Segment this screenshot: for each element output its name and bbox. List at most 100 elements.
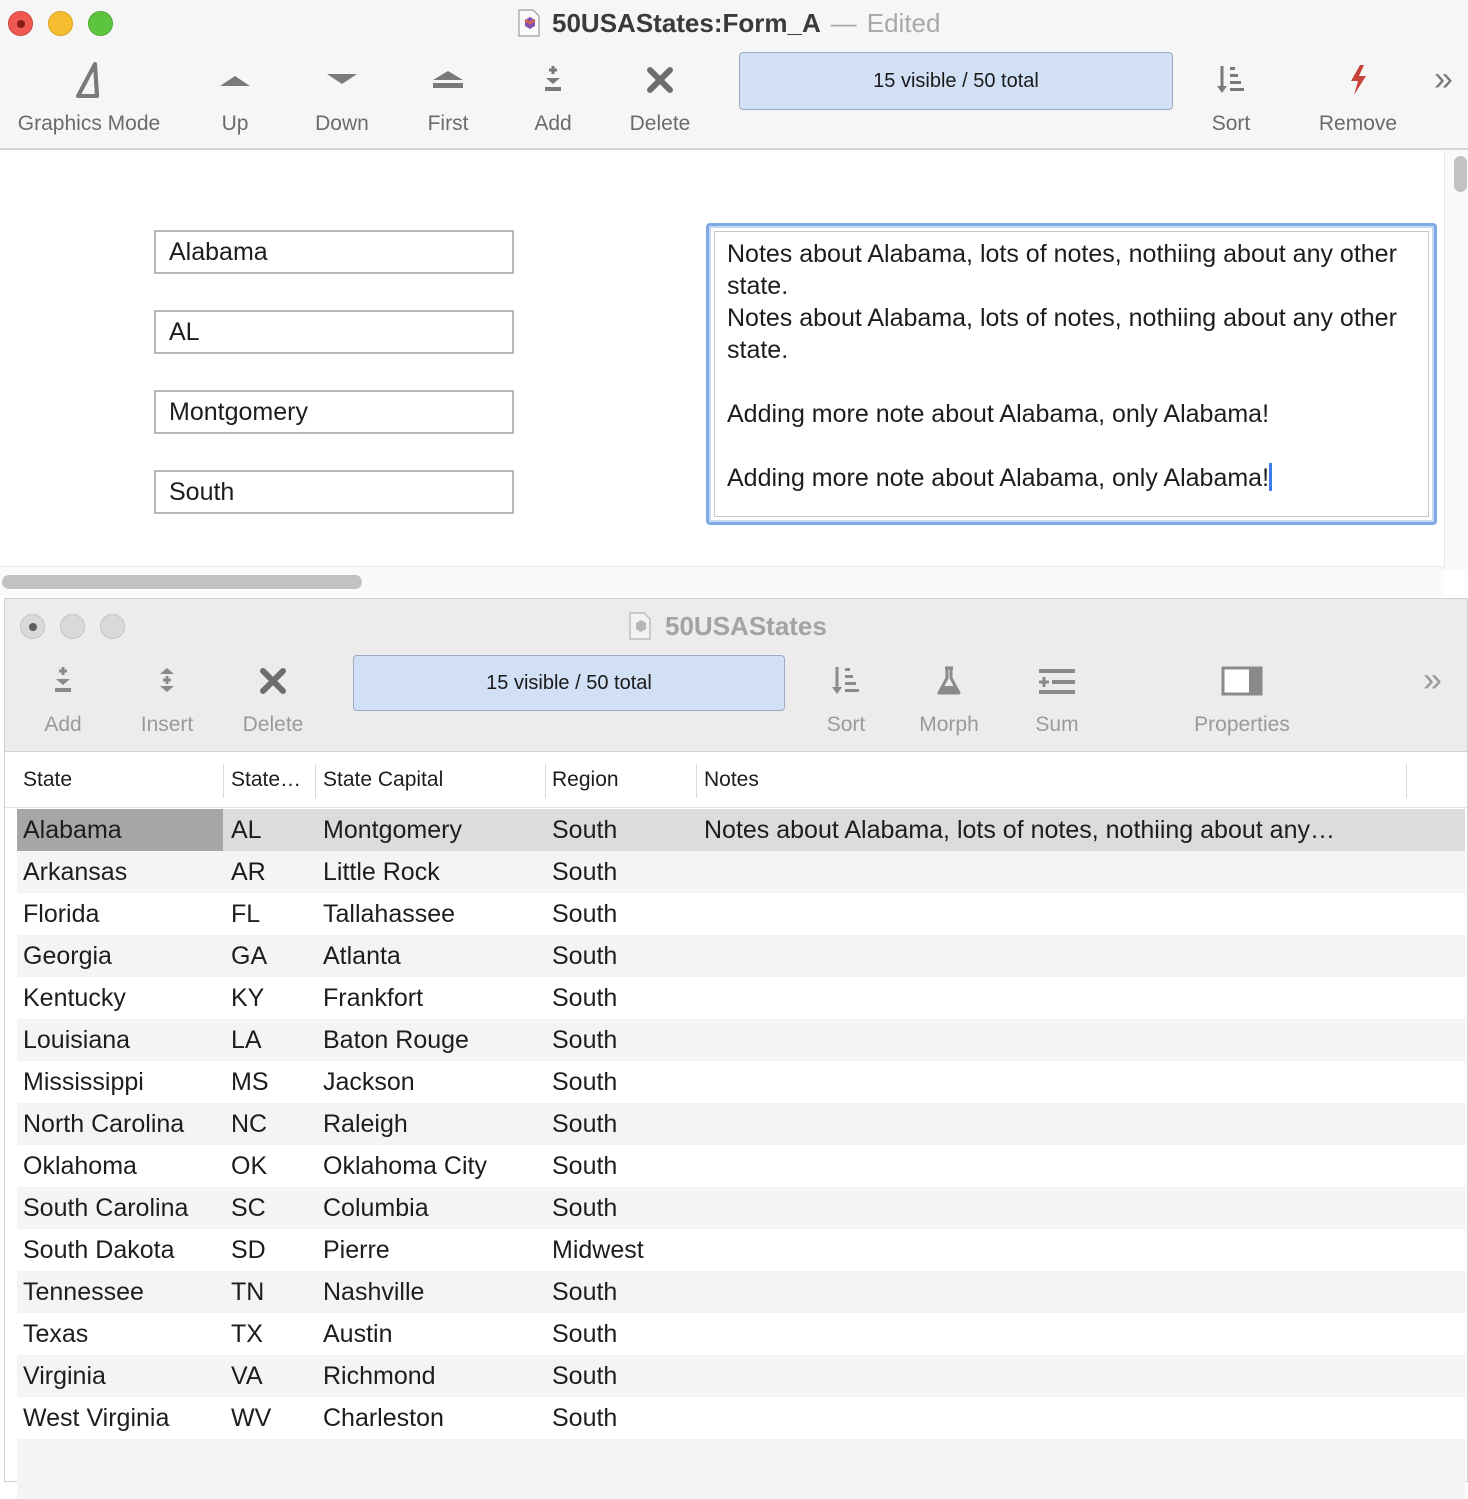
cell-capital[interactable]: Tallahassee	[323, 893, 548, 935]
table-row[interactable]: South Dakota SD Pierre Midwest	[17, 1229, 1465, 1271]
cell-notes[interactable]	[704, 1061, 1404, 1103]
cell-capital[interactable]: Jackson	[323, 1061, 548, 1103]
column-header-state-abbrev[interactable]: State…	[223, 752, 315, 807]
cell-region[interactable]: South	[552, 1061, 700, 1103]
record-count-indicator[interactable]: 15 visible / 50 total	[353, 655, 785, 711]
cell-state[interactable]: Georgia	[17, 935, 223, 977]
cell-state[interactable]: North Carolina	[17, 1103, 223, 1145]
cell-capital[interactable]: Charleston	[323, 1397, 548, 1439]
cell-notes[interactable]	[704, 1019, 1404, 1061]
cell-region[interactable]: South	[552, 893, 700, 935]
minimize-button-inactive[interactable]	[60, 614, 85, 639]
cell-region[interactable]: South	[552, 1187, 700, 1229]
graphics-mode-button[interactable]: Graphics Mode	[6, 50, 172, 136]
cell-region[interactable]: South	[552, 1103, 700, 1145]
zoom-button-inactive[interactable]	[100, 614, 125, 639]
cell-region[interactable]: South	[552, 977, 700, 1019]
notes-text-area[interactable]: Notes about Alabama, lots of notes, noth…	[706, 223, 1437, 525]
cell-state[interactable]: West Virginia	[17, 1397, 223, 1439]
cell-capital[interactable]: Oklahoma City	[323, 1145, 548, 1187]
sum-button[interactable]: Sum	[1025, 651, 1089, 737]
cell-region[interactable]: South	[552, 1313, 700, 1355]
zoom-button[interactable]	[88, 11, 113, 36]
column-header-notes[interactable]: Notes	[696, 752, 1406, 807]
cell-abbrev[interactable]: TX	[231, 1313, 321, 1355]
table-row[interactable]: Alabama AL Montgomery South Notes about Alab…	[17, 809, 1465, 851]
cell-state[interactable]: South Carolina	[17, 1187, 223, 1229]
cell-abbrev[interactable]: LA	[231, 1019, 321, 1061]
close-button-inactive[interactable]	[20, 614, 45, 639]
close-button[interactable]	[8, 11, 33, 36]
cell-notes[interactable]	[704, 1313, 1404, 1355]
cell-capital[interactable]: Nashville	[323, 1271, 548, 1313]
cell-notes[interactable]	[704, 1187, 1404, 1229]
state-abbrev-field[interactable]: AL	[154, 310, 514, 354]
table-row[interactable]: West Virginia WV Charleston South	[17, 1397, 1465, 1439]
column-header-state[interactable]: State	[15, 752, 221, 807]
region-field[interactable]: South	[154, 470, 514, 514]
cell-notes[interactable]: Notes about Alabama, lots of notes, noth…	[704, 809, 1404, 851]
cell-state[interactable]: Tennessee	[17, 1271, 223, 1313]
table-row[interactable]: Arkansas AR Little Rock South	[17, 851, 1465, 893]
cell-capital[interactable]: Little Rock	[323, 851, 548, 893]
overflow-chevron-icon[interactable]: »	[1434, 60, 1453, 99]
horizontal-scrollbar-thumb[interactable]	[2, 575, 362, 589]
table-row[interactable]: Kentucky KY Frankfort South	[17, 977, 1465, 1019]
cell-capital[interactable]: Frankfort	[323, 977, 548, 1019]
column-header-state-capital[interactable]: State Capital	[315, 752, 543, 807]
minimize-button[interactable]	[48, 11, 73, 36]
record-count-indicator[interactable]: 15 visible / 50 total	[739, 52, 1173, 110]
cell-notes[interactable]	[704, 1355, 1404, 1397]
cell-region[interactable]: South	[552, 1019, 700, 1061]
table-row[interactable]: Virginia VA Richmond South	[17, 1355, 1465, 1397]
insert-row-button[interactable]: Insert	[129, 651, 205, 737]
cell-abbrev[interactable]: GA	[231, 935, 321, 977]
cell-capital[interactable]: Baton Rouge	[323, 1019, 548, 1061]
cell-state[interactable]: Alabama	[17, 809, 223, 851]
cell-abbrev[interactable]: WV	[231, 1397, 321, 1439]
column-header-region[interactable]: Region	[544, 752, 694, 807]
first-button[interactable]: First	[412, 50, 484, 136]
cell-capital[interactable]: Columbia	[323, 1187, 548, 1229]
column-divider[interactable]	[1406, 764, 1407, 798]
state-capital-field[interactable]: Montgomery	[154, 390, 514, 434]
cell-abbrev[interactable]: MS	[231, 1061, 321, 1103]
down-button[interactable]: Down	[302, 50, 382, 136]
cell-abbrev[interactable]: VA	[231, 1355, 321, 1397]
cell-region[interactable]: South	[552, 1271, 700, 1313]
cell-notes[interactable]	[704, 1397, 1404, 1439]
table-row[interactable]: Georgia GA Atlanta South	[17, 935, 1465, 977]
cell-state[interactable]: Texas	[17, 1313, 223, 1355]
up-button[interactable]: Up	[202, 50, 268, 136]
add-row-button[interactable]: Add	[33, 651, 93, 737]
cell-region[interactable]: South	[552, 1397, 700, 1439]
cell-capital[interactable]: Pierre	[323, 1229, 548, 1271]
remove-button[interactable]: Remove	[1308, 50, 1408, 136]
cell-notes[interactable]	[704, 977, 1404, 1019]
cell-state[interactable]: Mississippi	[17, 1061, 223, 1103]
cell-state[interactable]: Louisiana	[17, 1019, 223, 1061]
morph-button[interactable]: Morph	[911, 651, 987, 737]
table-row[interactable]: Oklahoma OK Oklahoma City South	[17, 1145, 1465, 1187]
cell-abbrev[interactable]: SD	[231, 1229, 321, 1271]
cell-abbrev[interactable]: TN	[231, 1271, 321, 1313]
vertical-scrollbar-track[interactable]	[1444, 150, 1468, 570]
cell-abbrev[interactable]: FL	[231, 893, 321, 935]
cell-region[interactable]: South	[552, 1145, 700, 1187]
cell-abbrev[interactable]: NC	[231, 1103, 321, 1145]
table-row[interactable]: North Carolina NC Raleigh South	[17, 1103, 1465, 1145]
cell-capital[interactable]: Richmond	[323, 1355, 548, 1397]
table-row[interactable]: Florida FL Tallahassee South	[17, 893, 1465, 935]
cell-notes[interactable]	[704, 1103, 1404, 1145]
properties-button[interactable]: Properties	[1181, 651, 1303, 737]
cell-region[interactable]: South	[552, 935, 700, 977]
table-row[interactable]: Mississippi MS Jackson South	[17, 1061, 1465, 1103]
cell-state[interactable]: Oklahoma	[17, 1145, 223, 1187]
table-row[interactable]: South Carolina SC Columbia South	[17, 1187, 1465, 1229]
cell-state[interactable]: Arkansas	[17, 851, 223, 893]
table-row[interactable]: Tennessee TN Nashville South	[17, 1271, 1465, 1313]
table-row[interactable]: Texas TX Austin South	[17, 1313, 1465, 1355]
vertical-scrollbar-thumb[interactable]	[1454, 156, 1467, 192]
cell-notes[interactable]	[704, 893, 1404, 935]
cell-state[interactable]: Virginia	[17, 1355, 223, 1397]
